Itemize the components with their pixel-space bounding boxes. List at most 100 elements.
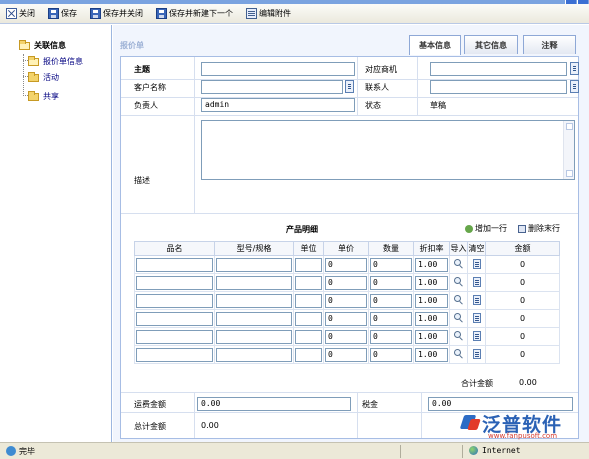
import-search-icon[interactable] <box>453 294 464 305</box>
import-search-icon[interactable] <box>453 312 464 323</box>
table-row: 0 0 1.00 0 <box>134 345 560 364</box>
tab-other-info[interactable]: 其它信息 <box>464 35 518 54</box>
product-grid: 品名 型号/规格 单位 单价 数量 折扣率 导入 清空 金额 0 0 1.00 … <box>134 241 560 364</box>
save-button[interactable]: 保存 <box>47 6 81 22</box>
customer-field[interactable] <box>201 80 343 94</box>
product-price-input[interactable]: 0 <box>325 293 367 308</box>
edit-attachment-label: 编辑附件 <box>259 9 291 18</box>
product-price-input[interactable]: 0 <box>325 311 367 326</box>
product-name-input[interactable] <box>136 311 213 326</box>
product-grid-header: 品名 型号/规格 单位 单价 数量 折扣率 导入 清空 金额 <box>134 241 560 256</box>
product-discount-input[interactable]: 1.00 <box>415 347 448 362</box>
product-name-input[interactable] <box>136 275 213 290</box>
import-search-icon[interactable] <box>453 330 464 341</box>
brand-url: www.fanpusoft.com <box>488 432 558 440</box>
product-qty-input[interactable]: 0 <box>370 257 412 272</box>
tax-label: 税金 <box>362 400 378 409</box>
clear-row-icon[interactable] <box>472 312 481 323</box>
scrollbar[interactable] <box>563 121 574 179</box>
tab-notes[interactable]: 注释 <box>523 35 576 54</box>
product-name-input[interactable] <box>136 257 213 272</box>
column-divider <box>357 392 358 438</box>
main-content: 报价单 基本信息 其它信息 注释 主题 对应商机 客户名称 联系人 负责人 ad… <box>113 25 589 442</box>
description-textarea[interactable] <box>201 120 575 180</box>
subject-label: 主题 <box>134 65 150 74</box>
product-discount-input[interactable]: 1.00 <box>415 257 448 272</box>
add-row-button[interactable]: 增加一行 <box>465 223 507 234</box>
contact-field[interactable] <box>430 80 567 94</box>
product-discount-input[interactable]: 1.00 <box>415 275 448 290</box>
product-unit-input[interactable] <box>295 311 322 326</box>
product-discount-input[interactable]: 1.00 <box>415 329 448 344</box>
product-amount: 0 <box>485 255 560 274</box>
product-amount: 0 <box>485 309 560 328</box>
sidebar-item-sharing[interactable]: 共享 <box>28 90 59 102</box>
product-qty-input[interactable]: 0 <box>370 311 412 326</box>
product-model-input[interactable] <box>216 293 292 308</box>
tax-field[interactable]: 0.00 <box>428 397 573 411</box>
product-unit-input[interactable] <box>295 293 322 308</box>
product-model-input[interactable] <box>216 275 292 290</box>
column-header: 导入 <box>449 241 468 256</box>
opportunity-field[interactable] <box>430 62 567 76</box>
product-qty-input[interactable]: 0 <box>370 329 412 344</box>
product-price-input[interactable]: 0 <box>325 275 367 290</box>
product-unit-input[interactable] <box>295 347 322 362</box>
column-divider <box>194 57 195 213</box>
product-model-input[interactable] <box>216 329 292 344</box>
import-search-icon[interactable] <box>453 258 464 269</box>
status-bar: 完毕 Internet <box>0 442 589 459</box>
row-divider <box>121 213 578 214</box>
product-unit-input[interactable] <box>295 257 322 272</box>
tree-root-related-info[interactable]: 关联信息 <box>19 39 66 51</box>
close-button[interactable]: 关闭 <box>5 6 39 22</box>
clear-row-icon[interactable] <box>472 330 481 341</box>
owner-field[interactable]: admin <box>201 98 355 112</box>
product-price-input[interactable]: 0 <box>325 257 367 272</box>
subject-field[interactable] <box>201 62 355 76</box>
form-title: 报价单 <box>120 41 144 50</box>
product-qty-input[interactable]: 0 <box>370 275 412 290</box>
table-row: 0 0 1.00 0 <box>134 327 560 346</box>
sidebar-item-label: 共享 <box>43 92 59 101</box>
product-model-input[interactable] <box>216 311 292 326</box>
product-price-input[interactable]: 0 <box>325 347 367 362</box>
clear-row-icon[interactable] <box>472 258 481 269</box>
save-and-new-button[interactable]: 保存并新建下一个 <box>155 6 237 22</box>
save-and-close-button[interactable]: 保存并关闭 <box>89 6 147 22</box>
product-unit-input[interactable] <box>295 329 322 344</box>
import-search-icon[interactable] <box>453 348 464 359</box>
save-and-close-label: 保存并关闭 <box>103 9 143 18</box>
product-discount-input[interactable]: 1.00 <box>415 311 448 326</box>
tab-basic-info[interactable]: 基本信息 <box>409 35 461 55</box>
clear-row-icon[interactable] <box>472 348 481 359</box>
sidebar-item-quote-info[interactable]: 报价单信息 <box>28 55 83 67</box>
product-discount-input[interactable]: 1.00 <box>415 293 448 308</box>
product-name-input[interactable] <box>136 329 213 344</box>
owner-label: 负责人 <box>134 101 158 110</box>
scroll-down-icon[interactable] <box>566 170 573 177</box>
product-unit-input[interactable] <box>295 275 322 290</box>
delete-last-row-button[interactable]: 删除末行 <box>518 223 560 234</box>
opportunity-picker-icon[interactable] <box>570 62 579 75</box>
edit-attachment-button[interactable]: 编辑附件 <box>245 6 295 22</box>
product-qty-input[interactable]: 0 <box>370 293 412 308</box>
product-model-input[interactable] <box>216 257 292 272</box>
scroll-up-icon[interactable] <box>566 123 573 130</box>
import-search-icon[interactable] <box>453 276 464 287</box>
subtotal-value: 0.00 <box>519 378 537 387</box>
column-header: 金额 <box>485 241 560 256</box>
product-qty-input[interactable]: 0 <box>370 347 412 362</box>
product-name-input[interactable] <box>136 347 213 362</box>
product-price-input[interactable]: 0 <box>325 329 367 344</box>
product-name-input[interactable] <box>136 293 213 308</box>
column-divider <box>194 392 195 438</box>
customer-picker-icon[interactable] <box>345 80 354 93</box>
sidebar-item-activities[interactable]: 活动 <box>28 71 59 83</box>
status-divider <box>462 445 463 458</box>
freight-field[interactable]: 0.00 <box>197 397 351 411</box>
product-model-input[interactable] <box>216 347 292 362</box>
clear-row-icon[interactable] <box>472 276 481 287</box>
clear-row-icon[interactable] <box>472 294 481 305</box>
contact-picker-icon[interactable] <box>570 80 579 93</box>
